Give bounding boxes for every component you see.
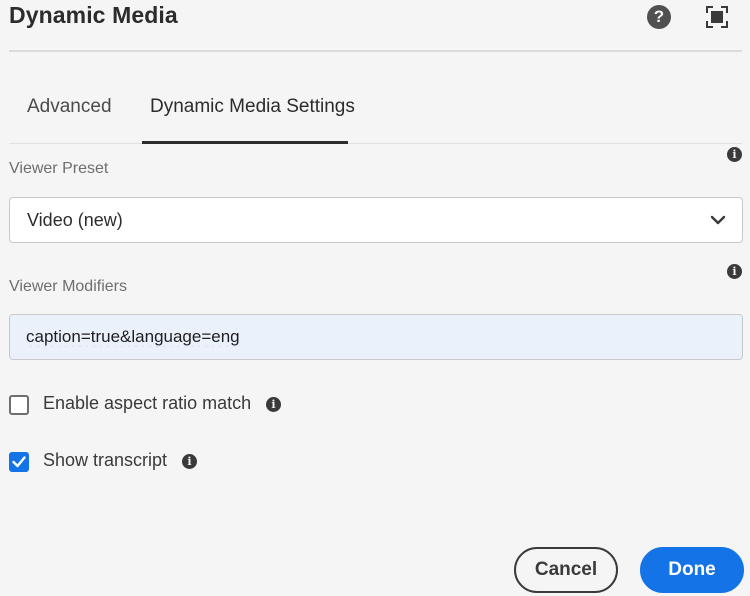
tabs-divider (9, 143, 742, 144)
aspect-ratio-info-icon[interactable]: i (266, 397, 281, 412)
viewer-preset-select[interactable]: Video (new) (9, 197, 743, 243)
viewer-modifiers-label: Viewer Modifiers (9, 278, 127, 295)
tab-list: Advanced Dynamic Media Settings (0, 76, 750, 146)
tab-dynamic-media-settings[interactable]: Dynamic Media Settings (150, 96, 355, 118)
selected-tab-indicator (142, 141, 348, 144)
viewer-preset-value: Video (new) (27, 210, 123, 230)
done-button[interactable]: Done (640, 547, 744, 593)
viewer-modifiers-info-icon[interactable]: i (727, 264, 742, 279)
show-transcript-info-icon[interactable]: i (182, 454, 197, 469)
help-icon[interactable]: ? (647, 5, 671, 29)
fullscreen-icon[interactable] (705, 5, 729, 29)
checkmark-icon (12, 456, 26, 468)
header-divider (9, 50, 742, 52)
dialog-title: Dynamic Media (9, 2, 178, 28)
dialog-header: Dynamic Media ? (0, 0, 750, 52)
enable-aspect-ratio-label[interactable]: Enable aspect ratio match (43, 393, 251, 414)
chevron-down-icon (710, 215, 726, 225)
show-transcript-label[interactable]: Show transcript (43, 450, 167, 471)
viewer-preset-info-icon[interactable]: i (727, 147, 742, 162)
tab-advanced[interactable]: Advanced (27, 96, 112, 118)
dynamic-media-dialog: Dynamic Media ? Advanced Dynamic Media S… (0, 0, 750, 596)
show-transcript-checkbox[interactable] (9, 452, 29, 472)
enable-aspect-ratio-checkbox[interactable] (9, 395, 29, 415)
cancel-button[interactable]: Cancel (514, 547, 618, 593)
viewer-preset-label: Viewer Preset (9, 160, 109, 177)
viewer-modifiers-input[interactable] (9, 314, 743, 360)
